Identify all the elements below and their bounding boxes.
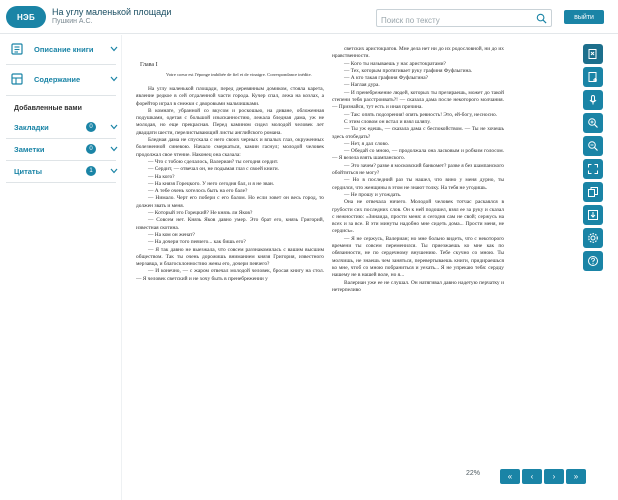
zoom-in-button[interactable] [583, 113, 603, 133]
book-title: На углу маленькой площади [52, 7, 172, 17]
paragraph: светских аристократов. Мне дела нет ни д… [332, 46, 504, 60]
count-badge: 1 [86, 166, 96, 176]
tools-rail [583, 44, 603, 274]
sidebar-item-label: Описание книги [34, 45, 94, 54]
sidebar-item-contents[interactable]: Содержание [0, 69, 122, 91]
book-exit-icon [588, 49, 597, 59]
search-box [376, 9, 552, 29]
paragraph: В комнате, убранной со вкусом и роскошью… [136, 107, 324, 136]
chevron-down-icon [110, 146, 118, 152]
divider [6, 160, 116, 161]
download-button[interactable] [583, 205, 603, 225]
sidebar-item-quotes[interactable]: Цитаты 1 [0, 163, 122, 183]
sidebar: Описание книги Содержание Добавленные ва… [0, 35, 122, 500]
count-badge: 0 [86, 122, 96, 132]
zoom-out-icon [588, 141, 598, 151]
help-icon [588, 256, 598, 266]
next-page-button[interactable]: › [544, 469, 564, 484]
right-page-text: светских аристократов. Мне дела нет ни д… [332, 46, 504, 294]
divider [6, 64, 116, 65]
chevron-down-icon [110, 168, 118, 174]
zoom-in-icon [588, 118, 598, 128]
prev-page-button[interactable]: ‹ [522, 469, 542, 484]
close-reader-button[interactable] [583, 44, 603, 64]
copy-icon [588, 187, 598, 197]
neb-logo[interactable]: НЭБ [6, 6, 46, 28]
paragraph: — Обедай со мною, — продолжала она ласко… [332, 148, 504, 162]
paragraph: — Сердит, — отвечал он, не подымая глаз … [148, 166, 280, 173]
voice-reading-button[interactable] [583, 90, 603, 110]
paragraph: — И пренебрежение людей, которых ты през… [332, 89, 504, 111]
paragraph: — На кого? [148, 173, 175, 180]
microphone-icon [589, 95, 597, 105]
paragraph: — И конечно, — с жаром отвечал молодой ч… [136, 268, 324, 282]
chevron-down-icon [110, 46, 118, 52]
settings-icon [588, 233, 598, 243]
paragraph: На углу маленькой площади, перед деревян… [136, 86, 324, 107]
divider [6, 182, 116, 183]
book-spread: Глава I Votre coeur est l'éponge imbibée… [136, 46, 570, 470]
paragraph: — Кого ты называешь у нас аристократами? [344, 60, 446, 67]
sidebar-item-label: Содержание [34, 75, 81, 84]
add-page-icon [588, 72, 597, 82]
chapter-title: Глава I [140, 62, 158, 68]
paragraph: Она не отвечала ничего. Молодой человек … [332, 199, 504, 235]
epigraph: Votre coeur est l'éponge imbibée de fiel… [166, 72, 312, 77]
sidebar-item-book-description[interactable]: Описание книги [0, 39, 122, 61]
paragraph: — На дочери того певчего... как бишь его… [148, 239, 246, 246]
help-button[interactable] [583, 251, 603, 271]
fullscreen-icon [588, 164, 598, 174]
paragraph: Валериан уже ее не слушал. Он натягивал … [332, 279, 504, 293]
search-input[interactable] [377, 12, 527, 29]
paragraph: — А кто такая графиня Фуфлыгина? [344, 75, 429, 82]
fullscreen-button[interactable] [583, 159, 603, 179]
sidebar-item-label: Закладки [14, 123, 49, 132]
paragraph: — Ты уж едешь, — сказала дама с беспокой… [332, 126, 504, 140]
sidebar-item-notes[interactable]: Заметки 0 [0, 141, 122, 161]
download-icon [588, 210, 598, 220]
divider [6, 138, 116, 139]
reading-progress: 22% [466, 470, 481, 477]
divider [6, 95, 116, 96]
search-icon[interactable] [536, 13, 547, 24]
paragraph: — Совсем нет. Князь Яков давно умер. Это… [136, 217, 324, 231]
paragraph: — Нимало. Черт его побери с его балом. Н… [136, 195, 324, 209]
added-by-you-title: Добавленные вами [14, 105, 82, 112]
last-page-button[interactable]: » [566, 469, 586, 484]
left-page-text: На углу маленькой площади, перед деревян… [136, 86, 324, 283]
book-author: Пушкин А.С. [52, 18, 93, 25]
paragraph: — Наглая дура. [344, 82, 380, 89]
left-page: Глава I Votre coeur est l'éponge imbibée… [136, 46, 324, 470]
sidebar-item-label: Заметки [14, 145, 45, 154]
chevron-down-icon [110, 76, 118, 82]
settings-button[interactable] [583, 228, 603, 248]
paragraph: — Я так давно не выезжала, что совсем ра… [136, 246, 324, 268]
exit-button[interactable]: выйти [564, 10, 604, 24]
paragraph: — Так: опять подозрения! опять ревность!… [344, 111, 498, 118]
paragraph: — Я не сержусь, Валериан; но мне больно … [332, 235, 504, 279]
first-page-button[interactable]: « [500, 469, 520, 484]
contents-icon [11, 73, 23, 85]
sidebar-item-bookmarks[interactable]: Закладки 0 [0, 119, 122, 139]
copy-button[interactable] [583, 182, 603, 202]
chevron-down-icon [110, 124, 118, 130]
paragraph: — Это зачем? разве я московский банкомет… [332, 162, 504, 177]
add-bookmark-button[interactable] [583, 67, 603, 87]
book-info-icon [11, 43, 23, 55]
sidebar-item-label: Цитаты [14, 167, 43, 176]
paragraph: Бледная дама не спускала с него своих че… [136, 137, 324, 158]
zoom-out-button[interactable] [583, 136, 603, 156]
top-bar: НЭБ На углу маленькой площади Пушкин А.С… [0, 0, 618, 34]
count-badge: 0 [86, 144, 96, 154]
paragraph: — Но в последний раз ты нашел, что вино … [332, 177, 504, 191]
right-page: светских аристократов. Мне дела нет ни д… [332, 46, 504, 470]
